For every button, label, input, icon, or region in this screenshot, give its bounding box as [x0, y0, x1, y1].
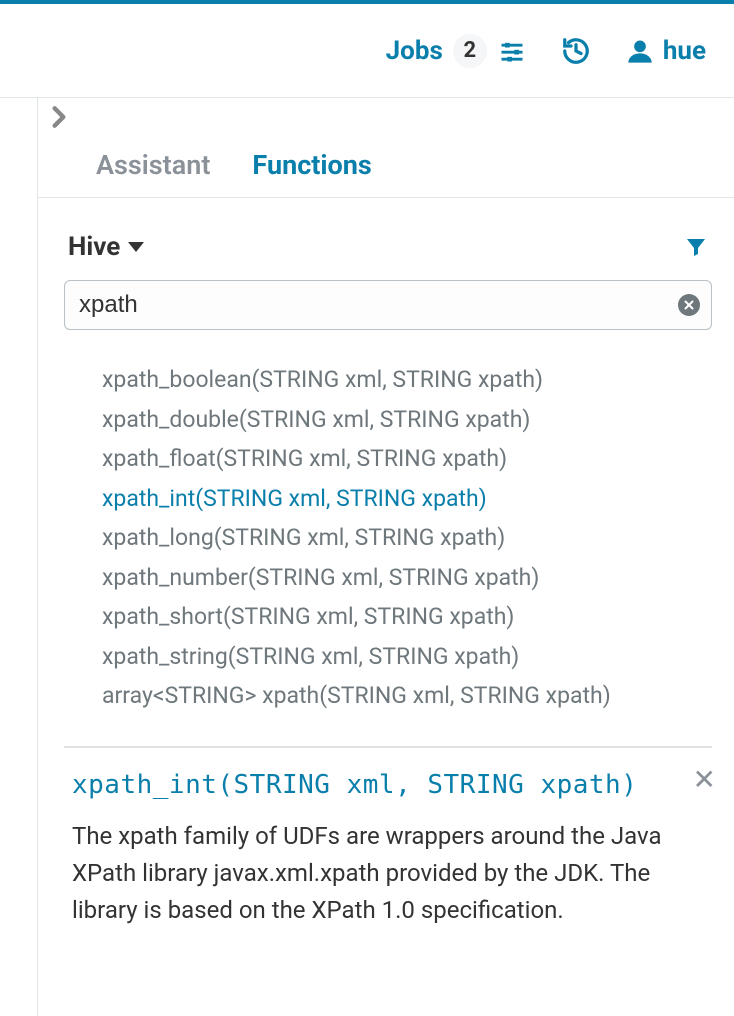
function-item[interactable]: xpath_short(STRING xml, STRING xpath)	[102, 597, 712, 637]
expand-panel-icon[interactable]	[46, 104, 734, 130]
dialect-label: Hive	[68, 232, 120, 262]
clear-search-icon[interactable]	[678, 294, 700, 316]
filter-icon[interactable]	[684, 235, 708, 259]
dialect-dropdown[interactable]: Hive	[68, 232, 144, 262]
close-detail-icon[interactable]: ✕	[693, 766, 716, 794]
panel-tabs: Assistant Functions	[38, 134, 734, 198]
jobs-count-badge: 2	[453, 34, 487, 68]
detail-separator	[64, 746, 712, 748]
function-item[interactable]: xpath_int(STRING xml, STRING xpath)	[102, 479, 712, 519]
function-item[interactable]: array<STRING> xpath(STRING xml, STRING x…	[102, 676, 712, 716]
topbar: Jobs 2 hue	[0, 4, 734, 98]
function-item[interactable]: xpath_string(STRING xml, STRING xpath)	[102, 637, 712, 677]
caret-down-icon	[128, 242, 144, 252]
left-rail	[0, 98, 38, 1016]
user-menu[interactable]: hue	[625, 36, 706, 66]
tab-assistant[interactable]: Assistant	[96, 149, 210, 197]
detail-body: The xpath family of UDFs are wrappers ar…	[72, 818, 704, 930]
jobs-button[interactable]: Jobs 2	[386, 34, 527, 68]
function-item[interactable]: xpath_number(STRING xml, STRING xpath)	[102, 558, 712, 598]
user-icon	[625, 36, 655, 66]
function-list: xpath_boolean(STRING xml, STRING xpath)x…	[64, 352, 712, 746]
function-item[interactable]: xpath_boolean(STRING xml, STRING xpath)	[102, 360, 712, 400]
sliders-icon[interactable]	[497, 36, 527, 66]
function-item[interactable]: xpath_double(STRING xml, STRING xpath)	[102, 400, 712, 440]
function-item[interactable]: xpath_long(STRING xml, STRING xpath)	[102, 518, 712, 558]
function-item[interactable]: xpath_float(STRING xml, STRING xpath)	[102, 439, 712, 479]
username: hue	[663, 36, 706, 66]
tab-functions[interactable]: Functions	[252, 149, 371, 197]
function-detail: ✕ xpath_int(STRING xml, STRING xpath) Th…	[64, 770, 712, 930]
function-search-input[interactable]	[64, 280, 712, 330]
detail-title: xpath_int(STRING xml, STRING xpath)	[72, 770, 704, 800]
jobs-label: Jobs	[386, 36, 443, 66]
history-icon[interactable]	[561, 36, 591, 66]
